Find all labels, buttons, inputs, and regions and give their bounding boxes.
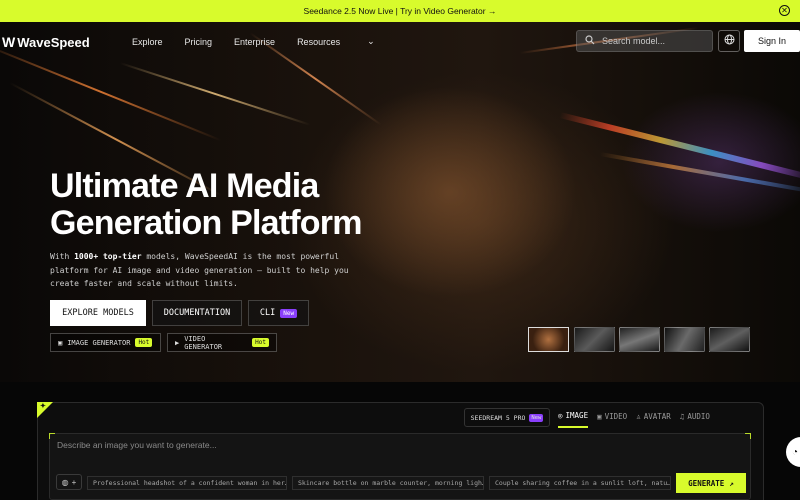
suggestion-chip[interactable]: Skincare bottle on marble counter, morni… <box>292 476 484 490</box>
logo[interactable]: W WaveSpeed <box>2 34 90 50</box>
chat-button[interactable]: ◔ <box>786 437 800 467</box>
logo-mark-icon: W <box>2 34 15 50</box>
globe-icon <box>724 32 735 50</box>
close-icon[interactable]: ✕ <box>779 5 790 16</box>
tab-avatar-label: AVATAR <box>643 412 671 421</box>
nav-link-enterprise[interactable]: Enterprise <box>234 36 275 47</box>
hero-thumbnail[interactable] <box>709 327 750 352</box>
cli-label: CLI <box>259 308 276 318</box>
tab-image-label: IMAGE <box>565 411 589 420</box>
audio-tab-icon: ♫ <box>679 412 685 421</box>
tab-image[interactable]: ◎ IMAGE <box>558 411 589 428</box>
image-generator-label: IMAGE GENERATOR <box>67 338 131 347</box>
desc-bold: 1000+ top-tier <box>74 252 142 261</box>
desc-prefix: With <box>50 252 75 261</box>
generate-button[interactable]: GENERATE ↗ <box>676 473 746 493</box>
headline-line-2: Generation Platform <box>50 204 362 242</box>
chevron-down-icon: ⌄ <box>367 36 375 46</box>
top-nav: W WaveSpeed Explore Pricing Enterprise R… <box>0 22 800 62</box>
suggestion-chip[interactable]: Professional headshot of a confident wom… <box>87 476 287 490</box>
attach-button[interactable]: ◍ + <box>56 474 82 490</box>
new-badge: New <box>280 308 298 318</box>
suggestion-chip[interactable]: Couple sharing coffee in a sunlit loft, … <box>489 476 671 490</box>
tab-video-label: VIDEO <box>604 412 628 421</box>
arrow-up-right-icon: ↗ <box>729 478 734 488</box>
tab-video[interactable]: ▣ VIDEO <box>597 411 627 428</box>
hot-badge: Hot <box>135 338 153 347</box>
nav-link-explore[interactable]: Explore <box>132 36 163 47</box>
image-tab-icon: ◎ <box>558 411 563 420</box>
video-generator-button[interactable]: ▶ VIDEO GENERATOR Hot <box>167 333 277 352</box>
corner-mark <box>745 433 751 439</box>
media-tabs: ◎ IMAGE ▣ VIDEO ♙ AVATAR ♫ AUDIO <box>558 411 710 428</box>
model-label: SEEDREAM 5 PRO <box>470 413 526 422</box>
cli-button[interactable]: CLI New <box>248 300 309 326</box>
image-icon: ▣ <box>58 338 63 347</box>
generate-label: GENERATE <box>688 478 725 488</box>
sign-in-button[interactable]: Sign In <box>744 30 800 52</box>
new-badge: New <box>529 413 544 422</box>
nav-link-resources-label: Resources <box>297 36 341 47</box>
hero-description: With 1000+ top-tier models, WaveSpeedAI … <box>50 250 380 291</box>
model-selector[interactable]: SEEDREAM 5 PRO New <box>464 408 550 427</box>
hero-thumbnail[interactable] <box>619 327 660 352</box>
hero-thumbnail[interactable] <box>528 327 569 352</box>
video-tab-icon: ▣ <box>597 412 602 421</box>
documentation-button[interactable]: DOCUMENTATION <box>152 300 242 326</box>
tab-audio[interactable]: ♫ AUDIO <box>680 411 710 428</box>
search-icon <box>585 35 595 47</box>
headline-line-1: Ultimate AI Media <box>50 167 319 205</box>
chat-icon: ◔ <box>792 446 799 458</box>
prompt-placeholder: Describe an image you want to generate..… <box>57 440 217 450</box>
avatar-tab-icon: ♙ <box>636 412 641 421</box>
nav-link-resources[interactable]: Resources ⌄ <box>297 36 397 47</box>
nav-link-pricing[interactable]: Pricing <box>185 36 213 47</box>
tab-avatar[interactable]: ♙ AVATAR <box>636 411 671 428</box>
add-icon: + <box>71 477 77 487</box>
corner-mark <box>49 433 55 439</box>
search-input[interactable]: Search model... <box>576 30 713 52</box>
hot-badge: Hot <box>252 338 269 347</box>
logo-text: WaveSpeed <box>17 34 90 50</box>
hero-thumbnail[interactable] <box>664 327 705 352</box>
explore-models-button[interactable]: EXPLORE MODELS <box>50 300 146 326</box>
language-button[interactable] <box>718 30 740 52</box>
banner-text[interactable]: Seedance 2.5 Now Live | Try in Video Gen… <box>304 6 497 16</box>
attach-icon: ◍ <box>61 477 69 487</box>
search-placeholder: Search model... <box>602 36 666 46</box>
page-title: Ultimate AI Media Generation Platform <box>50 168 430 242</box>
hero-thumbnail[interactable] <box>574 327 615 352</box>
announcement-banner[interactable]: Seedance 2.5 Now Live | Try in Video Gen… <box>0 0 800 22</box>
nav-links: Explore Pricing Enterprise Resources ⌄ <box>132 36 419 47</box>
video-icon: ▶ <box>175 338 180 347</box>
plus-icon: ✦ <box>40 403 46 410</box>
video-generator-label: VIDEO GENERATOR <box>184 334 223 351</box>
tab-audio-label: AUDIO <box>687 412 710 421</box>
image-generator-button[interactable]: ▣ IMAGE GENERATOR Hot <box>50 333 161 352</box>
